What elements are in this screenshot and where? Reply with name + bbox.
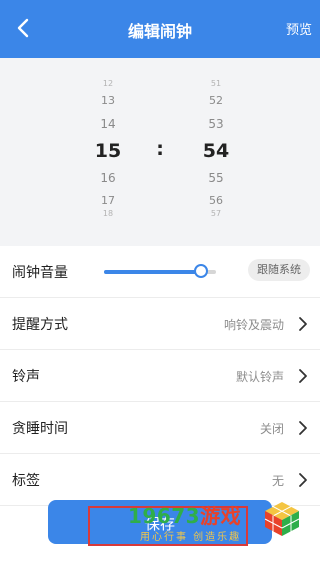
snooze-label: 贪睡时间 <box>12 421 68 437</box>
ringtone-label: 铃声 <box>12 369 40 385</box>
chevron-right-icon <box>299 317 307 331</box>
chevron-right-icon <box>299 369 307 383</box>
chevron-right-icon <box>299 473 307 487</box>
reminder-mode-label: 提醒方式 <box>12 317 68 333</box>
hour-option[interactable]: 17 <box>78 194 138 207</box>
watermark-slogan: 用心行事 创造乐趣 <box>140 532 242 543</box>
tag-value: 无 <box>271 474 284 488</box>
ringtone-row[interactable]: 铃声 默认铃声 <box>0 350 320 402</box>
hour-option[interactable]: 14 <box>78 117 138 131</box>
minute-option[interactable]: 57 <box>186 209 246 218</box>
minute-wheel[interactable]: 51 52 53 54 55 56 57 <box>186 58 246 246</box>
minute-option[interactable]: 53 <box>186 117 246 131</box>
preview-button[interactable]: 预览 <box>286 19 312 38</box>
volume-row: 闹钟音量 跟随系统 <box>0 246 320 298</box>
volume-slider[interactable] <box>104 264 216 278</box>
hour-selected[interactable]: 15 <box>78 140 138 162</box>
time-separator: : <box>156 138 164 160</box>
hour-wheel[interactable]: 12 13 14 15 16 17 18 <box>78 58 138 246</box>
chevron-left-icon <box>17 18 29 38</box>
time-picker: 12 13 14 15 16 17 18 : 51 52 53 54 55 56 57 <box>0 58 320 246</box>
settings-list: 闹钟音量 跟随系统 提醒方式 响铃及震动 铃声 默认铃声 贪睡时间 关闭 标签 … <box>0 246 320 506</box>
watermark-game: 游戏 <box>200 504 242 528</box>
minute-option[interactable]: 52 <box>186 94 246 107</box>
chevron-right-icon <box>299 421 307 435</box>
page-title: 编辑闹钟 <box>127 22 192 41</box>
snooze-value: 关闭 <box>259 422 284 436</box>
watermark-brand: 19673游戏 <box>128 500 241 529</box>
minute-selected[interactable]: 54 <box>186 140 246 162</box>
top-bar: 编辑闹钟 预览 <box>0 0 320 58</box>
hour-option[interactable]: 16 <box>78 171 138 185</box>
volume-label: 闹钟音量 <box>12 265 68 281</box>
volume-slider-thumb[interactable] <box>194 264 209 278</box>
tag-row[interactable]: 标签 无 <box>0 454 320 506</box>
hour-option[interactable]: 18 <box>78 209 138 218</box>
cube-logo-icon <box>264 502 300 536</box>
volume-slider-fill <box>104 270 202 274</box>
watermark-digits: 19673 <box>128 504 201 528</box>
minute-option[interactable]: 55 <box>186 171 246 185</box>
hour-option[interactable]: 13 <box>78 94 138 107</box>
hour-option[interactable]: 12 <box>78 79 138 88</box>
back-button[interactable] <box>10 14 38 42</box>
reminder-mode-value: 响铃及震动 <box>223 318 284 332</box>
ringtone-value: 默认铃声 <box>235 370 284 384</box>
follow-system-button[interactable]: 跟随系统 <box>248 259 310 281</box>
reminder-mode-row[interactable]: 提醒方式 响铃及震动 <box>0 298 320 350</box>
minute-option[interactable]: 51 <box>186 79 246 88</box>
minute-option[interactable]: 56 <box>186 194 246 207</box>
tag-label: 标签 <box>12 473 40 489</box>
snooze-row[interactable]: 贪睡时间 关闭 <box>0 402 320 454</box>
